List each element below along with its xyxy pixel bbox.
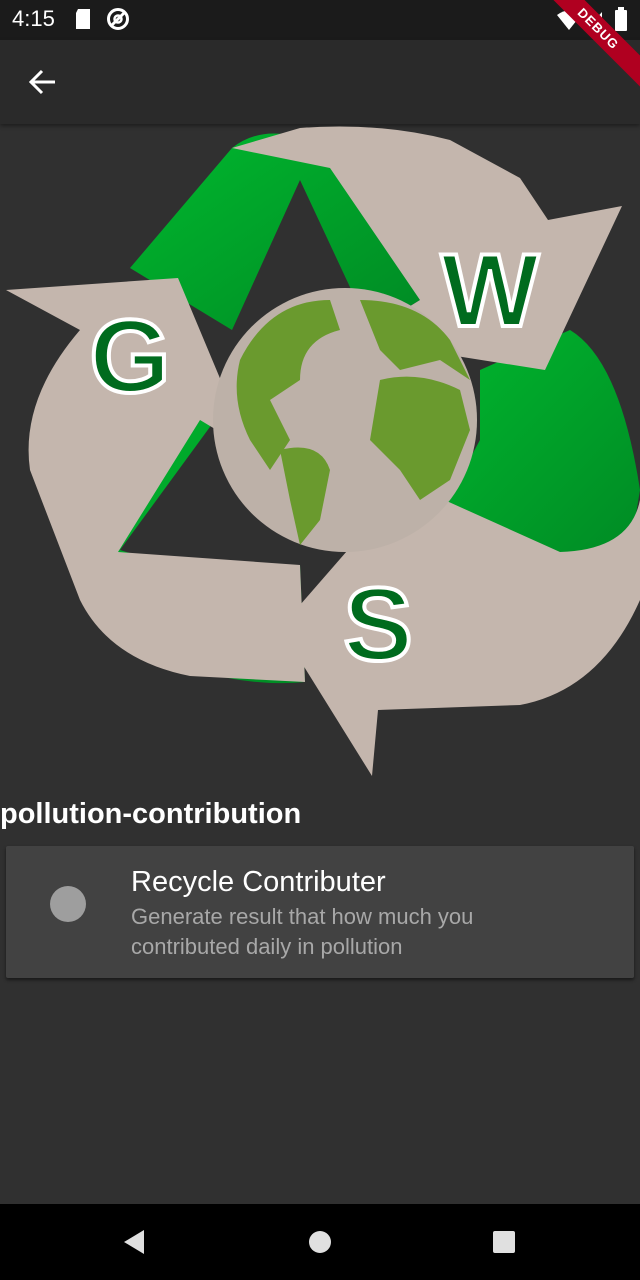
battery-icon xyxy=(615,7,627,31)
logo-letter-g: G xyxy=(90,299,171,415)
system-nav-bar xyxy=(0,1204,640,1280)
back-button[interactable] xyxy=(20,62,64,102)
back-triangle-icon[interactable] xyxy=(120,1228,148,1256)
recycle-contributer-list-item[interactable]: Recycle Contributer Generate result that… xyxy=(6,846,634,978)
logo-letter-s: S xyxy=(343,567,412,683)
status-bar: 4:15 xyxy=(0,0,640,40)
list-item-subtitle: Generate result that how much you contri… xyxy=(131,904,474,959)
no-disturb-icon xyxy=(107,8,129,30)
arrow-back-icon xyxy=(28,69,55,95)
gws-recycle-logo: G W S xyxy=(6,126,640,776)
home-circle-icon[interactable] xyxy=(306,1228,334,1256)
recents-square-icon[interactable] xyxy=(490,1228,518,1256)
radio-dot-icon xyxy=(50,886,86,922)
list-item-title: Recycle Contributer xyxy=(131,866,386,898)
logo-letter-w: W xyxy=(441,233,540,349)
app-bar xyxy=(0,40,640,124)
status-time: 4:15 xyxy=(12,6,55,31)
sd-card-icon xyxy=(76,9,90,29)
section-title: pollution-contribution xyxy=(0,798,302,830)
